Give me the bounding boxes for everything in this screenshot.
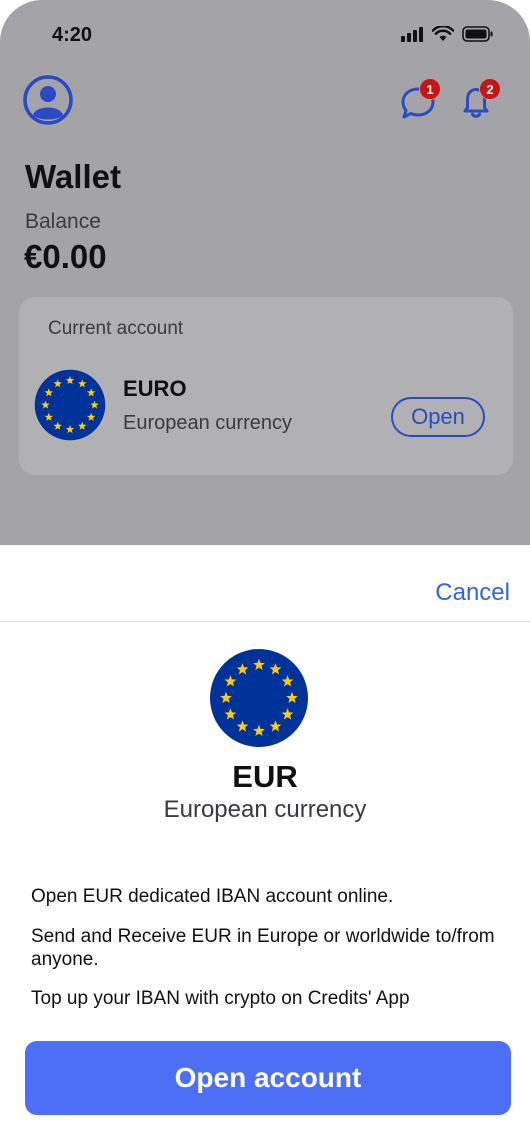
wifi-icon [432,26,454,41]
messages-button[interactable]: 1 [397,78,441,124]
notifications-button[interactable]: 2 [455,78,501,124]
user-avatar-icon[interactable] [23,75,73,125]
status-bar: 4:20 [0,0,530,70]
signal-icon [401,27,423,42]
info-line: Send and Receive EUR in Europe or worldw… [31,926,495,970]
page-title: Wallet [25,158,121,195]
info-line: Open EUR dedicated IBAN account online. [31,886,394,907]
eu-flag-icon [210,649,308,747]
divider [0,621,530,622]
battery-icon [462,26,493,42]
notifications-badge: 2 [479,78,501,100]
status-time: 4:20 [52,24,93,46]
balance-value: €0.00 [24,238,107,275]
balance-label: Balance [25,210,101,233]
currency-description: European currency [163,796,367,823]
eu-flag-icon [34,369,106,441]
current-account-card[interactable]: Current account EURO European currency O… [19,297,513,475]
wallet-screen-background: 4:20 1 2 Wallet Balance €0.00 Current ac… [0,0,530,545]
bottom-sheet: Cancel EUR European currency Open EUR de… [0,545,530,1130]
open-button[interactable]: Open [391,397,485,437]
status-icons [400,26,494,42]
cancel-button[interactable]: Cancel [435,579,510,607]
card-label: Current account [48,318,184,339]
currency-name: EURO [123,376,187,401]
open-account-button[interactable]: Open account [25,1041,511,1115]
info-line: Top up your IBAN with crypto on Credits'… [31,988,410,1009]
messages-badge: 1 [419,78,441,100]
currency-description: European currency [123,412,292,434]
currency-code: EUR [232,759,298,794]
